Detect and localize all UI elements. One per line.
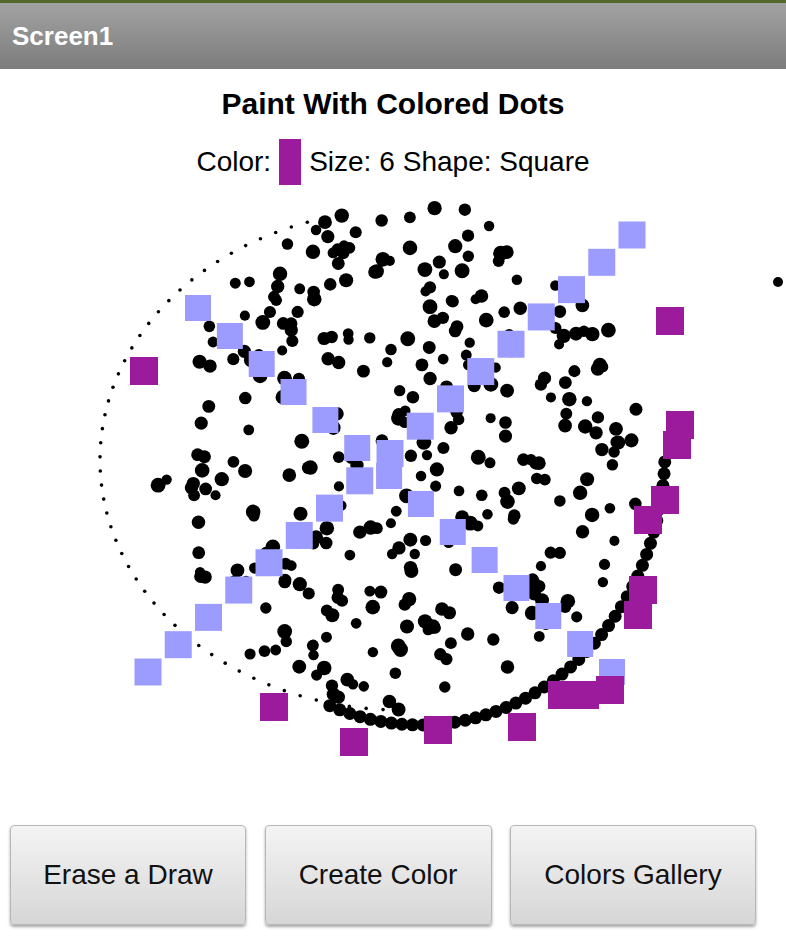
- dot-stroke: [98, 201, 783, 731]
- action-button[interactable]: Erase a Draw: [10, 825, 246, 925]
- drawing-canvas[interactable]: [0, 185, 786, 775]
- action-button[interactable]: Colors Gallery: [510, 825, 756, 925]
- color-swatch: [279, 139, 301, 185]
- status-line: Color: Size: 6 Shape: Square: [0, 127, 786, 185]
- title-bar: Screen1: [0, 0, 786, 69]
- button-row: Erase a DrawCreate ColorColors Gallery: [0, 825, 786, 925]
- square-stroke: [135, 222, 646, 686]
- canvas-drawing[interactable]: [0, 185, 786, 775]
- action-button[interactable]: Create Color: [265, 825, 492, 925]
- screen-title: Screen1: [12, 21, 113, 52]
- shape-label: Shape: Square: [403, 146, 590, 178]
- square-stroke: [130, 307, 694, 756]
- size-label: Size: 6: [309, 146, 395, 178]
- color-label: Color:: [196, 146, 271, 178]
- heading: Paint With Colored Dots: [0, 69, 786, 127]
